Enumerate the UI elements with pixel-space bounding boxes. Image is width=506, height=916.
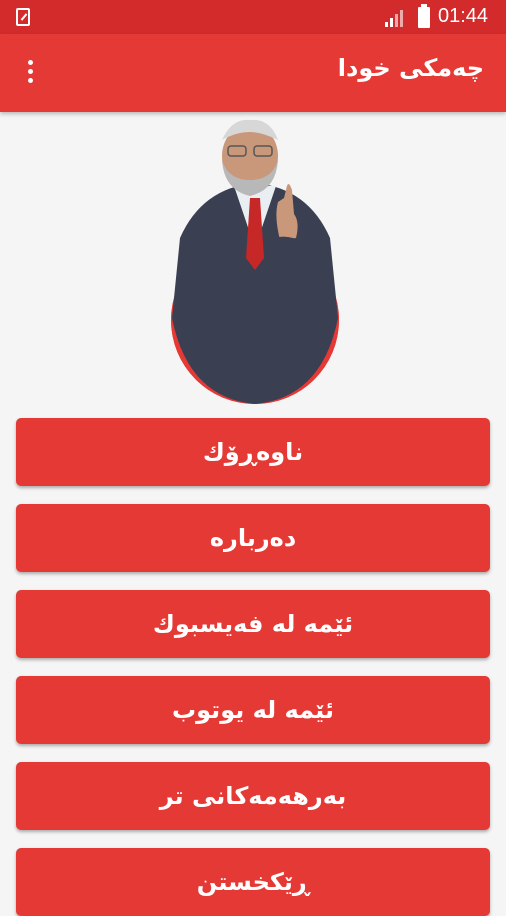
menu-button-contents[interactable]: ناوەڕۆك <box>16 418 490 486</box>
status-time: 01:44 <box>438 5 489 27</box>
app-bar: چەمکی خودا <box>0 34 506 112</box>
status-bar: 01:44 <box>0 0 506 34</box>
menu-button-settings[interactable]: ڕێكخستن <box>16 848 490 916</box>
page-title: چەمکی خودا <box>337 54 484 82</box>
menu-button-about[interactable]: دەربارە <box>16 504 490 572</box>
speaker-portrait <box>162 118 348 404</box>
menu-button-other-works[interactable]: بەرهەمەكانی تر <box>16 762 490 830</box>
signal-icon <box>385 10 403 27</box>
menu-button-facebook[interactable]: ئێمە لە فەیسبوك <box>16 590 490 658</box>
image-notification-icon <box>16 8 30 26</box>
battery-icon <box>418 4 430 28</box>
overflow-menu-icon[interactable] <box>22 60 38 88</box>
menu-button-youtube[interactable]: ئێمە لە یوتوب <box>16 676 490 744</box>
